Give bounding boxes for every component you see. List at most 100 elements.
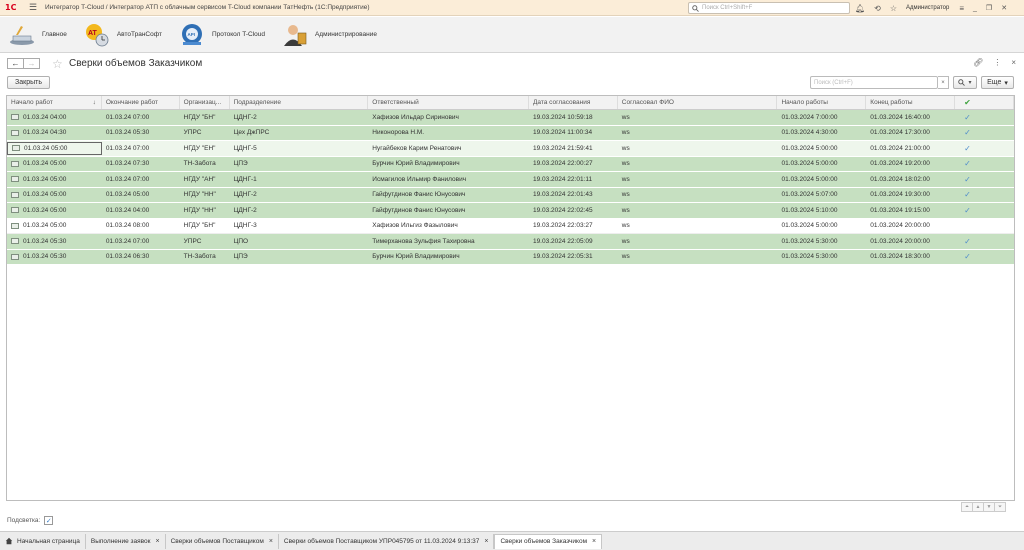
table-row[interactable]: 01.03.24 05:00 01.03.24 08:00 НГДУ "БН" ЦДН… [7,218,1014,234]
notifications-bell-icon[interactable]: 🔔︎ [855,4,865,13]
table-row[interactable]: 01.03.24 05:30 01.03.24 06:30 ТН-Забота ЦПЭ… [7,249,1014,265]
link-icon[interactable]: 🔗︎ [973,58,983,67]
find-button[interactable]: ▾ [953,76,977,89]
sort-arrow-icon: ↓ [92,99,96,106]
more-button[interactable]: Еще ▾ [981,76,1014,89]
section-main[interactable]: Главное [0,17,75,53]
col-agree-date-cell: 19.03.2024 22:01:43 [529,188,618,203]
main-menu-icon[interactable]: ☰ [29,2,37,13]
col-dept-cell: ЦДНГ-3 [230,219,369,234]
table-row[interactable]: 01.03.24 04:00 01.03.24 07:00 НГДУ "БН" ЦДН… [7,110,1014,126]
col-responsible-header[interactable]: Ответственный [368,96,529,109]
col-agree-date-header[interactable]: Дата согласования [529,96,618,109]
settings-menu-icon[interactable]: ≡ [959,4,964,13]
col-check-cell: ✓ [955,126,1014,141]
col-agreed-by-cell: ws [618,203,778,218]
close-tab-icon[interactable]: × [592,538,596,545]
close-window-icon[interactable]: ✕ [1001,4,1007,12]
highlight-checkbox[interactable]: ✓ [44,516,54,525]
col-org-header[interactable]: Организац... [180,96,230,109]
highlight-label: Подсветка: [7,517,41,524]
document-icon [11,129,19,136]
cell-text: 19.03.2024 22:01:43 [532,191,593,199]
table-row[interactable]: 01.03.24 04:30 01.03.24 05:30 УПРС Цех ДжПР… [7,125,1014,141]
close-tab-icon[interactable]: × [269,538,273,545]
column-header-label: Ответственный [372,99,419,106]
back-button[interactable]: ← [7,58,24,69]
window-tab[interactable]: Сверки объемов Поставщиком × [166,533,279,549]
search-clear-button[interactable]: × [938,76,949,89]
col-start-header[interactable]: Начало работ ↓ [7,96,102,109]
cell-text: НГДУ "БН" [183,113,216,121]
cell-text: ЦДНГ-1 [233,175,257,183]
cell-text: 01.03.2024 5:30:00 [781,253,838,261]
cell-text: УПРС [183,129,202,137]
col-work-end-cell: 01.03.2024 19:20:00 [866,157,955,172]
table-row[interactable]: 01.03.24 05:00 01.03.24 05:00 НГДУ "НН" ЦДН… [7,187,1014,203]
restore-window-icon[interactable]: ❐ [986,4,992,12]
window-tab[interactable]: Сверки объемов Поставщиком УПР045795 от … [279,533,495,549]
document-icon [11,238,19,245]
checkmark-icon: ✓ [964,159,971,169]
col-responsible-cell: Бурчин Юрий Владимирович [368,157,529,172]
search-icon [692,4,699,12]
cell-text: 19.03.2024 22:02:45 [532,206,593,214]
favorite-star-icon[interactable]: ☆ [52,57,63,71]
more-options-icon[interactable]: ⋮ [993,58,1001,67]
col-agree-date-cell: 19.03.2024 22:05:09 [529,234,618,249]
table-row[interactable]: 01.03.24 05:00 01.03.24 04:00 НГДУ "НН" ЦДН… [7,203,1014,219]
cell-text: 01.03.2024 5:07:00 [781,191,838,199]
document-icon [11,207,19,214]
column-header-label: Начало работы [781,99,828,106]
close-tab-icon[interactable]: × [156,538,160,545]
window-tab[interactable]: Выполнение заявок × [86,533,166,549]
forward-button[interactable]: → [23,58,40,69]
window-tab[interactable]: Начальная страница [0,533,86,549]
col-responsible-cell: Хафизов Ильдар Сиринович [368,110,529,125]
section-autotransoft[interactable]: AT АвтоТранСофт [75,17,170,53]
cell-text: 01.03.2024 19:15:00 [870,206,930,214]
close-tab-icon[interactable]: × [484,538,488,545]
table-row[interactable]: 01.03.24 05:30 01.03.24 07:00 УПРС ЦПО Тимер… [7,234,1014,250]
table-search-input[interactable]: Поиск (Ctrl+F) [810,76,938,89]
section-admin-label: Администрирование [314,31,377,38]
cell-text: ЦДНГ-3 [233,222,257,230]
history-icon[interactable]: ⟲ [874,4,881,13]
section-admin[interactable]: Администрирование [273,17,385,53]
col-dept-header[interactable]: Подразделение [230,96,369,109]
cell-text: Гайфутдинов Фанис Юнусович [372,206,466,214]
main-section-icon [10,25,34,45]
cell-text: НГДУ "ЕН" [183,144,216,152]
close-button[interactable]: Закрыть [7,76,50,89]
close-form-icon[interactable]: × [1011,58,1016,67]
cell-text: Никонорова Н.М. [372,129,425,137]
section-protocol[interactable]: API Протокол T-Cloud [170,17,273,53]
table-row[interactable]: 01.03.24 05:00 01.03.24 07:30 ТН-Забота ЦПЭ… [7,156,1014,172]
col-check-header[interactable]: ✔ [955,96,1014,109]
favorites-star-icon[interactable]: ☆ [890,4,897,13]
minimize-icon[interactable]: _ [973,5,977,12]
col-org-cell: НГДУ "ЕН" [180,141,230,156]
table-row[interactable]: 01.03.24 05:00 01.03.24 07:00 НГДУ "АН" ЦДН… [7,172,1014,188]
open-windows-bar: Начальная страница Выполнение заявок × Свер… [0,531,1024,550]
window-tab[interactable]: Сверки объемов Заказчиком × [494,533,603,549]
col-work-start-header[interactable]: Начало работы [777,96,867,109]
current-user[interactable]: Администратор [906,5,949,11]
col-work-start-cell: 01.03.2024 5:00:00 [777,219,866,234]
global-search-input[interactable]: Поиск Ctrl+Shift+F [688,2,850,14]
col-dept-cell: ЦДНГ-2 [230,188,369,203]
col-end-cell: 01.03.24 07:00 [102,110,180,125]
document-icon [11,114,19,121]
col-work-start-cell: 01.03.2024 5:30:00 [777,234,866,249]
reconciliation-table[interactable]: Начало работ ↓ Окончание работ Организац...… [6,95,1015,501]
cell-text: 01.03.24 05:30 [23,237,67,245]
col-agreed-by-cell: ws [618,219,778,234]
col-agreed-by-header[interactable]: Согласовал ФИО [618,96,778,109]
col-responsible-cell: Тимерханова Зульфия Тахировна [368,234,529,249]
col-end-header[interactable]: Окончание работ [102,96,180,109]
table-row[interactable]: 01.03.24 05:00 01.03.24 07:00 НГДУ "ЕН" ЦДН… [7,141,1014,157]
cell-text: Нугайбеков Карим Ренатович [372,144,462,152]
column-header-label: ✔ [964,98,971,107]
col-work-end-header[interactable]: Конец работы [866,96,956,109]
scroll-bottom-button[interactable]: ⏷ [994,502,1006,512]
